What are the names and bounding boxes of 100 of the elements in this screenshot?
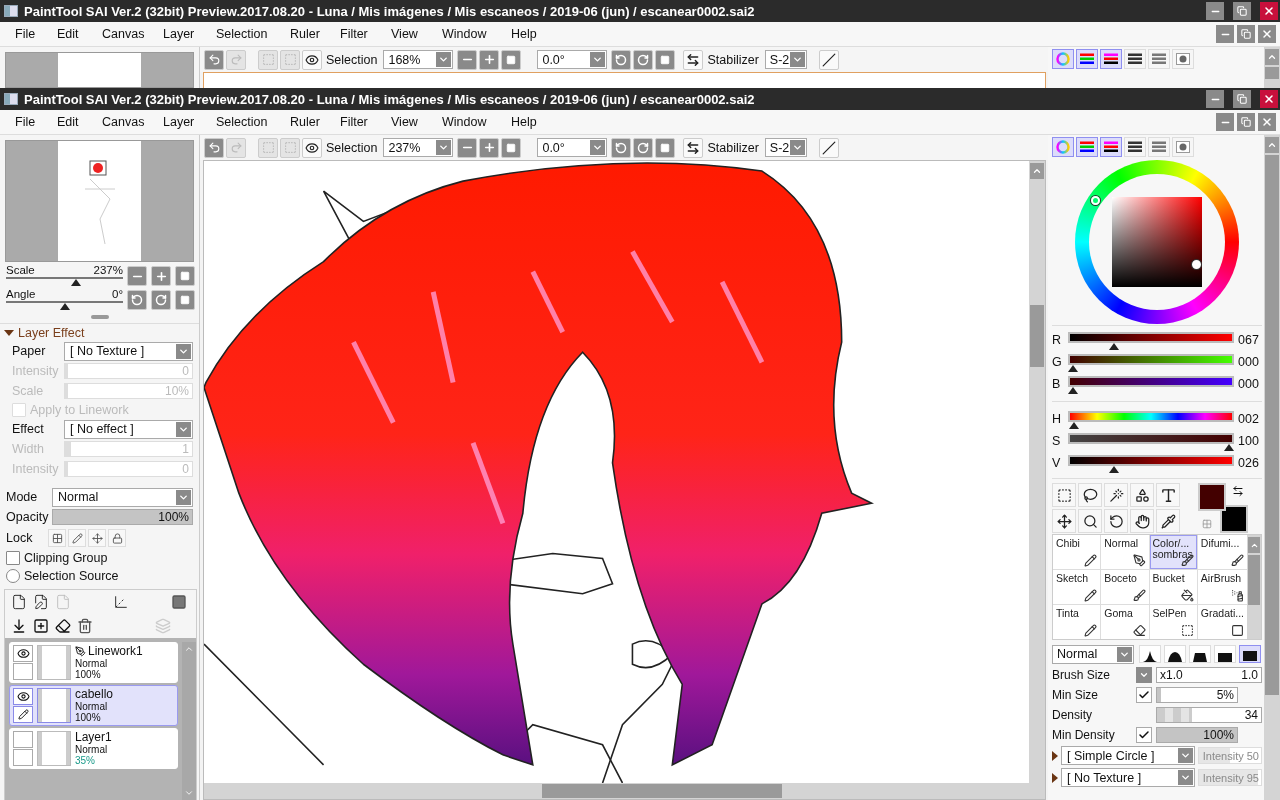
zoom-out-button[interactable] (457, 49, 478, 70)
undo-button[interactable] (204, 137, 224, 158)
visibility-toggle[interactable] (13, 645, 33, 662)
lock-move-button[interactable] (88, 529, 106, 547)
menu-item[interactable]: Edit (57, 27, 79, 41)
checkbox[interactable] (6, 551, 20, 565)
new-layer-icon[interactable] (11, 594, 27, 610)
menu-item[interactable]: Window (442, 115, 487, 129)
rotate-tool[interactable] (1104, 509, 1128, 533)
color-mode-tab[interactable] (1076, 137, 1098, 157)
close-button[interactable] (1258, 25, 1276, 43)
color-slider[interactable] (1068, 431, 1234, 451)
color-mode-tab[interactable] (1052, 137, 1074, 157)
slider-thumb[interactable] (59, 303, 70, 310)
rotate-right-button[interactable] (633, 49, 654, 70)
checkbox[interactable] (1136, 686, 1152, 703)
rotate-reset-button[interactable] (175, 290, 195, 310)
menu-item[interactable]: View (391, 27, 418, 41)
density-slider[interactable]: 34 (1156, 706, 1262, 723)
brush-preset[interactable]: Chibi (1053, 535, 1101, 569)
panel-resize-handle[interactable] (90, 315, 109, 319)
scrollbar-thumb[interactable] (1265, 155, 1279, 695)
menu-item[interactable]: Filter (340, 27, 368, 41)
layer-row[interactable]: Linework1 Normal 100% (9, 642, 178, 683)
color-mode-tab[interactable] (1100, 137, 1122, 157)
restore-button[interactable] (1233, 2, 1251, 20)
angle-dropdown[interactable]: 0.0° (537, 138, 608, 157)
brush-preset[interactable]: Goma (1101, 605, 1149, 639)
brush-preset[interactable]: Tinta (1053, 605, 1101, 639)
color-slider[interactable] (1068, 409, 1234, 429)
brush-preset[interactable]: Color/... sombras (1149, 535, 1197, 569)
flip-button[interactable] (683, 137, 704, 158)
texture-dropdown[interactable]: [ Simple Circle ] (1061, 746, 1195, 765)
edit-toggle[interactable] (13, 706, 33, 723)
value-slider[interactable]: 5% (1156, 686, 1238, 703)
slider-thumb[interactable] (1108, 466, 1119, 473)
brush-preset[interactable]: Difumi... (1197, 535, 1247, 569)
zoom-in-button[interactable] (479, 49, 500, 70)
brush-preset[interactable]: Bucket (1149, 570, 1197, 604)
minimize-button[interactable] (1206, 90, 1224, 108)
menu-item[interactable]: File (15, 115, 36, 129)
angle-dropdown[interactable]: 0.0° (537, 50, 608, 69)
lock-button[interactable] (108, 529, 126, 547)
zoom-reset-button[interactable] (501, 137, 522, 158)
rotate-right-button[interactable] (633, 137, 654, 158)
value-slider[interactable]: 100% (1156, 726, 1238, 743)
eyedropper-tool[interactable] (1156, 509, 1180, 533)
opacity-slider[interactable]: 100% (52, 509, 193, 525)
shapes-tool[interactable] (1130, 483, 1154, 507)
color-mode-tab[interactable] (1100, 49, 1122, 69)
section-header[interactable]: Layer Effect (0, 323, 199, 341)
rotate-reset-button[interactable] (655, 49, 676, 70)
brush-preset[interactable]: SelPen (1149, 605, 1197, 639)
add-selection-icon[interactable] (33, 618, 49, 634)
restore-button[interactable] (1237, 113, 1255, 131)
menu-item[interactable]: Layer (163, 115, 195, 129)
checkbox[interactable] (1136, 726, 1152, 743)
eye-toggle-button[interactable] (302, 137, 322, 158)
menu-item[interactable]: Window (442, 27, 487, 41)
color-mode-tab[interactable] (1052, 49, 1074, 69)
layer-row[interactable]: Layer1 Normal 35% (9, 728, 178, 769)
menu-item[interactable]: Layer (163, 27, 195, 41)
zoom-tool[interactable] (1078, 509, 1102, 533)
zoom-reset-button[interactable] (501, 49, 522, 70)
undo-button[interactable] (204, 49, 224, 70)
scrollbar-thumb[interactable] (1248, 555, 1260, 605)
menu-item[interactable]: Ruler (290, 27, 320, 41)
radio-button[interactable] (6, 569, 20, 583)
color-slider[interactable] (1068, 374, 1234, 394)
close-button[interactable] (1260, 2, 1278, 20)
edit-toggle[interactable] (13, 663, 33, 680)
magic-wand-tool[interactable] (1104, 483, 1128, 507)
swap-colors-icon[interactable] (1232, 485, 1244, 497)
move-tool[interactable] (1052, 509, 1076, 533)
new-linework-layer-icon[interactable] (33, 594, 49, 610)
lock-transparency-button[interactable] (48, 529, 66, 547)
menu-item[interactable]: Help (511, 115, 537, 129)
brush-shape-button[interactable] (1239, 645, 1261, 663)
brush-preset[interactable]: Gradati... (1197, 605, 1247, 639)
foreground-swatch[interactable] (1198, 483, 1226, 511)
rectangle-select-tool[interactable] (1052, 483, 1076, 507)
texture-dropdown[interactable]: [ No Texture ] (1061, 768, 1195, 787)
brush-preset[interactable]: Normal (1101, 535, 1149, 569)
slider-thumb[interactable] (1068, 387, 1078, 394)
scroll-up-button[interactable] (1265, 49, 1279, 65)
scroll-up-button[interactable] (1248, 537, 1260, 553)
minimize-button[interactable] (1216, 113, 1234, 131)
color-slider[interactable] (1068, 453, 1234, 473)
blend-mode-dropdown[interactable]: Normal (52, 487, 193, 507)
layer-row[interactable]: cabello Normal 100% (9, 685, 178, 726)
slider-thumb[interactable] (71, 279, 82, 286)
close-button[interactable] (1258, 113, 1276, 131)
zoom-out-button[interactable] (127, 266, 147, 286)
rotate-right-button[interactable] (151, 290, 171, 310)
scrollbar-thumb[interactable] (1030, 305, 1044, 367)
color-slider[interactable] (1068, 330, 1234, 350)
visibility-toggle[interactable] (13, 731, 33, 748)
text-tool[interactable] (1156, 483, 1180, 507)
zoom-reset-button[interactable] (175, 266, 195, 286)
menu-item[interactable]: Selection (216, 115, 268, 129)
